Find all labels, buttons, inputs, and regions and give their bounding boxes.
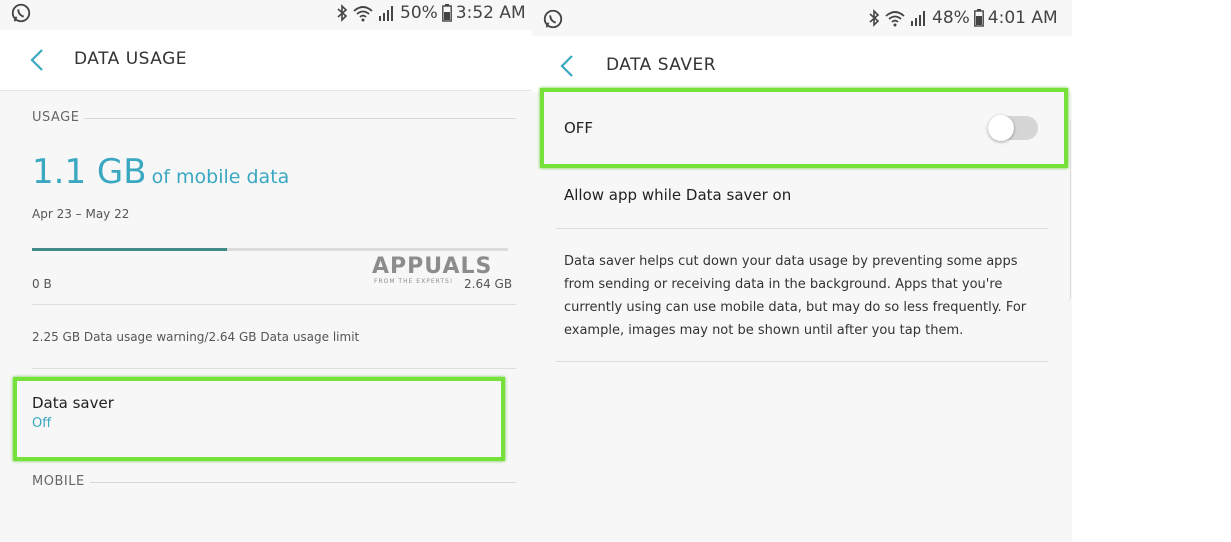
page-title: DATA SAVER xyxy=(606,55,717,75)
bar-start-label: 0 B xyxy=(32,277,52,291)
back-arrow-icon[interactable] xyxy=(28,47,46,73)
usage-section-label: USAGE xyxy=(32,110,79,125)
battery-percent: 50% xyxy=(400,3,438,23)
app-bar: DATA SAVER xyxy=(532,36,1072,92)
status-bar: 50% 3:52 AM xyxy=(0,0,532,30)
usage-amount: 1.1 GB of mobile data xyxy=(32,152,289,192)
whatsapp-icon xyxy=(543,9,563,29)
scroll-edge xyxy=(1066,118,1071,302)
clock: 4:01 AM xyxy=(987,8,1058,28)
wifi-icon xyxy=(885,11,905,27)
mobile-label-text: MOBILE xyxy=(32,474,85,489)
divider xyxy=(32,304,516,305)
usage-amount-value: 1.1 GB xyxy=(32,152,147,192)
divider xyxy=(84,118,516,119)
battery-icon xyxy=(973,9,984,27)
app-bar: DATA USAGE xyxy=(0,30,532,91)
usage-progress-bar xyxy=(32,248,508,251)
divider xyxy=(32,368,516,369)
highlight-box xyxy=(13,377,505,461)
whatsapp-icon xyxy=(11,3,31,23)
usage-progress-fill xyxy=(32,248,228,251)
back-arrow-icon[interactable] xyxy=(558,53,576,79)
highlight-box xyxy=(540,88,1068,168)
signal-icon xyxy=(911,11,925,26)
watermark-tagline: FROM THE EXPERTS! xyxy=(374,278,454,285)
divider xyxy=(556,228,1048,229)
bar-end-label: 2.64 GB xyxy=(464,277,513,291)
battery-percent: 48% xyxy=(932,8,970,28)
clock: 3:52 AM xyxy=(455,3,526,23)
blank-area xyxy=(1072,0,1231,542)
signal-icon xyxy=(379,6,393,21)
usage-limits-text: 2.25 GB Data usage warning/2.64 GB Data … xyxy=(32,330,360,344)
usage-label-text: USAGE xyxy=(32,110,80,125)
data-usage-screen: 50% 3:52 AM DATA USAGE USAGE 1.1 GB of m… xyxy=(0,0,533,542)
date-range: Apr 23 – May 22 xyxy=(32,207,130,221)
appuals-watermark: APPUALS FROM THE EXPERTS! xyxy=(372,254,493,285)
battery-icon xyxy=(441,4,452,22)
wifi-icon xyxy=(353,6,373,22)
data-saver-screen: 48% 4:01 AM DATA SAVER OFF Allow app whi… xyxy=(532,0,1072,542)
status-bar: 48% 4:01 AM xyxy=(532,0,1072,30)
divider xyxy=(556,361,1048,362)
mobile-section-label: MOBILE xyxy=(32,474,85,489)
data-saver-description: Data saver helps cut down your data usag… xyxy=(564,254,1027,338)
divider xyxy=(90,482,516,483)
bluetooth-icon xyxy=(869,9,880,27)
allow-app-row[interactable]: Allow app while Data saver on xyxy=(564,186,791,204)
usage-amount-suffix: of mobile data xyxy=(151,166,290,188)
page-title: DATA USAGE xyxy=(74,49,187,69)
watermark-brand: APPUALS xyxy=(372,254,493,279)
bluetooth-icon xyxy=(337,4,348,22)
